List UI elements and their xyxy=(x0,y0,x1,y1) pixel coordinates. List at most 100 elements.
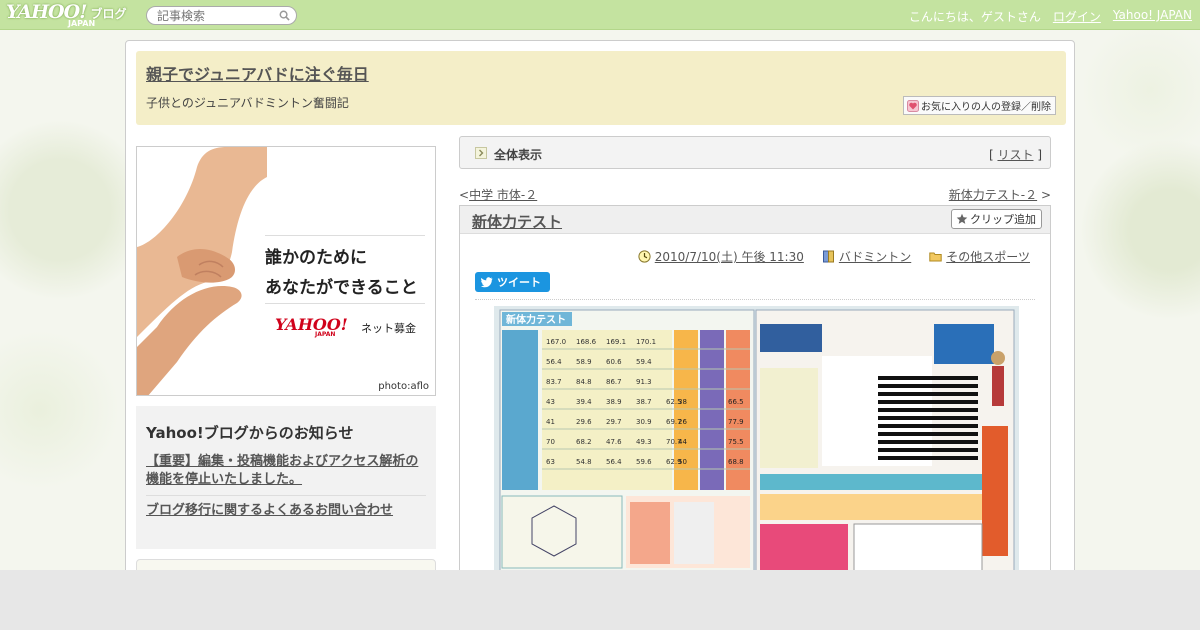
sheet-cell: 91.3 xyxy=(636,378,652,386)
holding-hands-image xyxy=(137,147,267,395)
sheet-cell: 70 xyxy=(546,438,555,446)
ad-photo-credit: photo:aflo xyxy=(378,381,429,392)
sheet-cell: 47.6 xyxy=(606,438,622,446)
favorite-register-label: お気に入りの人の登録／削除 xyxy=(921,102,1051,113)
logo-blog-text: ブログ xyxy=(90,7,127,21)
article-folder-link[interactable]: その他スポーツ xyxy=(946,248,1030,265)
sheet-redaction-bar xyxy=(878,416,978,420)
sheet-redaction-bar xyxy=(878,440,978,444)
clock-icon xyxy=(638,250,651,263)
article-category-link[interactable]: バドミントン xyxy=(839,248,911,265)
background-decoration-right xyxy=(1060,30,1200,570)
article-title[interactable]: 新体力テスト xyxy=(472,211,562,232)
sheet-redaction-bar xyxy=(878,376,978,380)
twitter-bird-icon xyxy=(481,276,493,287)
list-view-link[interactable]: リスト xyxy=(997,148,1033,162)
blog-subtitle: 子供とのジュニアバドミントン奮闘記 xyxy=(146,96,349,110)
sheet-score: 66.5 xyxy=(728,398,744,406)
article-meta: 2010/7/10(土) 午後 11:30 バドミントン その他スポーツ xyxy=(638,248,1030,265)
logo-japan-text: JAPAN xyxy=(68,19,96,28)
article-date-link[interactable]: 2010/7/10(土) 午後 11:30 xyxy=(655,248,804,265)
next-article: 新体力テスト-２ > xyxy=(949,186,1051,203)
sheet-score: 75.5 xyxy=(728,438,744,446)
clip-add-button[interactable]: クリップ追加 xyxy=(951,209,1042,229)
article-date: 2010/7/10(土) 午後 11:30 xyxy=(638,248,804,265)
sheet-score: 68.8 xyxy=(728,458,744,466)
prev-article: <中学 市体-２ xyxy=(459,186,537,203)
sheet-cell: 38.7 xyxy=(636,398,652,406)
sheet-cell: 58.9 xyxy=(576,358,592,366)
search-icon[interactable] xyxy=(279,10,290,21)
article-photo[interactable]: 新体力テスト 167.0 168.6 169.1 170.1 56.4 58.9 60.6 5… xyxy=(494,306,1019,576)
sheet-cell: 56.4 xyxy=(546,358,562,366)
sheet-score: 26 xyxy=(678,418,687,426)
blog-container: 親子でジュニアバドに注ぐ毎日 子供とのジュニアバドミントン奮闘記 お気に入りの人… xyxy=(125,40,1075,589)
article: 新体力テスト クリップ追加 2010/7/10(土) 午後 11:30 バドミン… xyxy=(459,205,1051,585)
background-decoration-left xyxy=(0,30,140,570)
ad-headline-line2: あなたができること xyxy=(265,278,418,298)
sheet-cell: 39.4 xyxy=(576,398,592,406)
sheet-redaction-bar xyxy=(878,456,978,460)
sheet-cell: 68.2 xyxy=(576,438,592,446)
sheet-cell: 59.4 xyxy=(636,358,652,366)
article-pager: <中学 市体-２ 新体力テスト-２ > xyxy=(459,186,1051,202)
sheet-redaction-bar xyxy=(878,432,978,436)
ad-yahoo-logo: YAHOO! xyxy=(275,315,348,334)
next-article-link[interactable]: 新体力テスト-２ xyxy=(949,188,1037,202)
search-box xyxy=(146,6,297,25)
article-category: バドミントン xyxy=(822,248,911,265)
prev-article-link[interactable]: 中学 市体-２ xyxy=(469,188,537,202)
sheet-cell: 84.8 xyxy=(576,378,592,386)
ad-divider-bottom xyxy=(265,303,425,304)
notice-title: Yahoo!ブログからのお知らせ xyxy=(146,424,354,442)
heart-icon xyxy=(907,99,919,112)
article-folder: その他スポーツ xyxy=(929,248,1030,265)
sheet-cell: 170.1 xyxy=(636,338,656,346)
user-nav: こんにちは、ゲストさん ログイン Yahoo! JAPAN xyxy=(909,8,1192,25)
sheet-score: 77.9 xyxy=(728,418,744,426)
ad-divider-top xyxy=(265,235,425,236)
sheet-title-text: 新体力テスト xyxy=(506,313,566,326)
blog-title[interactable]: 親子でジュニアバドに注ぐ毎日 xyxy=(146,61,369,85)
sheet-redaction-bar xyxy=(878,384,978,388)
sheet-cell: 59.6 xyxy=(636,458,652,466)
notice-divider xyxy=(146,495,426,496)
tweet-label: ツイート xyxy=(497,276,541,289)
search-input[interactable] xyxy=(157,7,282,24)
sheet-cell: 38.9 xyxy=(606,398,622,406)
notice-link-important[interactable]: 【重要】編集・投稿機能およびアクセス解析の機能を停止いたしました。 xyxy=(146,453,426,495)
list-view-control: [ リスト ] xyxy=(989,146,1042,163)
sheet-cell: 60.6 xyxy=(606,358,622,366)
fitness-test-sheet-image: 新体力テスト 167.0 168.6 169.1 170.1 56.4 58.9 60.6 5… xyxy=(494,306,1019,576)
sheet-redaction-bar xyxy=(878,392,978,396)
sheet-redaction-bar xyxy=(878,424,978,428)
next-arrow: > xyxy=(1037,188,1051,202)
greeting-text: こんにちは、ゲストさん xyxy=(908,10,1041,24)
sheet-cell: 86.7 xyxy=(606,378,622,386)
yahoo-blog-logo[interactable]: YAHOO! JAPAN ブログ xyxy=(6,2,127,28)
blog-header: 親子でジュニアバドに注ぐ毎日 子供とのジュニアバドミントン奮闘記 お気に入りの人… xyxy=(136,51,1066,125)
ad-donation-label: ネット募金 xyxy=(361,322,416,335)
sheet-cell: 168.6 xyxy=(576,338,597,346)
login-link[interactable]: ログイン xyxy=(1053,8,1101,25)
donation-ad-banner[interactable]: 誰かのために あなたができること YAHOO! JAPAN ネット募金 phot… xyxy=(136,146,436,396)
sheet-cell: 83.7 xyxy=(546,378,562,386)
tweet-button[interactable]: ツイート xyxy=(475,272,550,292)
article-header: 新体力テスト クリップ追加 xyxy=(460,206,1050,234)
favorite-register-button[interactable]: お気に入りの人の登録／削除 xyxy=(903,96,1056,115)
sheet-cell: 169.1 xyxy=(606,338,626,346)
sheet-cell: 49.3 xyxy=(636,438,652,446)
notice-link-faq[interactable]: ブログ移行に関するよくあるお問い合わせ xyxy=(146,502,426,526)
yahoo-japan-link[interactable]: Yahoo! JAPAN xyxy=(1113,8,1192,25)
sheet-cell: 54.8 xyxy=(576,458,592,466)
sheet-cell: 30.9 xyxy=(636,418,652,426)
ad-yahoo-logo-japan: JAPAN xyxy=(315,331,336,338)
sheet-score: 50 xyxy=(678,458,687,466)
list-bracket-close: ] xyxy=(1033,148,1042,162)
view-all-label: 全体表示 xyxy=(494,148,543,162)
ad-headline-line1: 誰かのために xyxy=(265,248,367,268)
footer-band xyxy=(0,570,1200,630)
sheet-score: 44 xyxy=(678,438,687,446)
star-icon xyxy=(956,213,968,224)
sheet-cell: 29.7 xyxy=(606,418,622,426)
